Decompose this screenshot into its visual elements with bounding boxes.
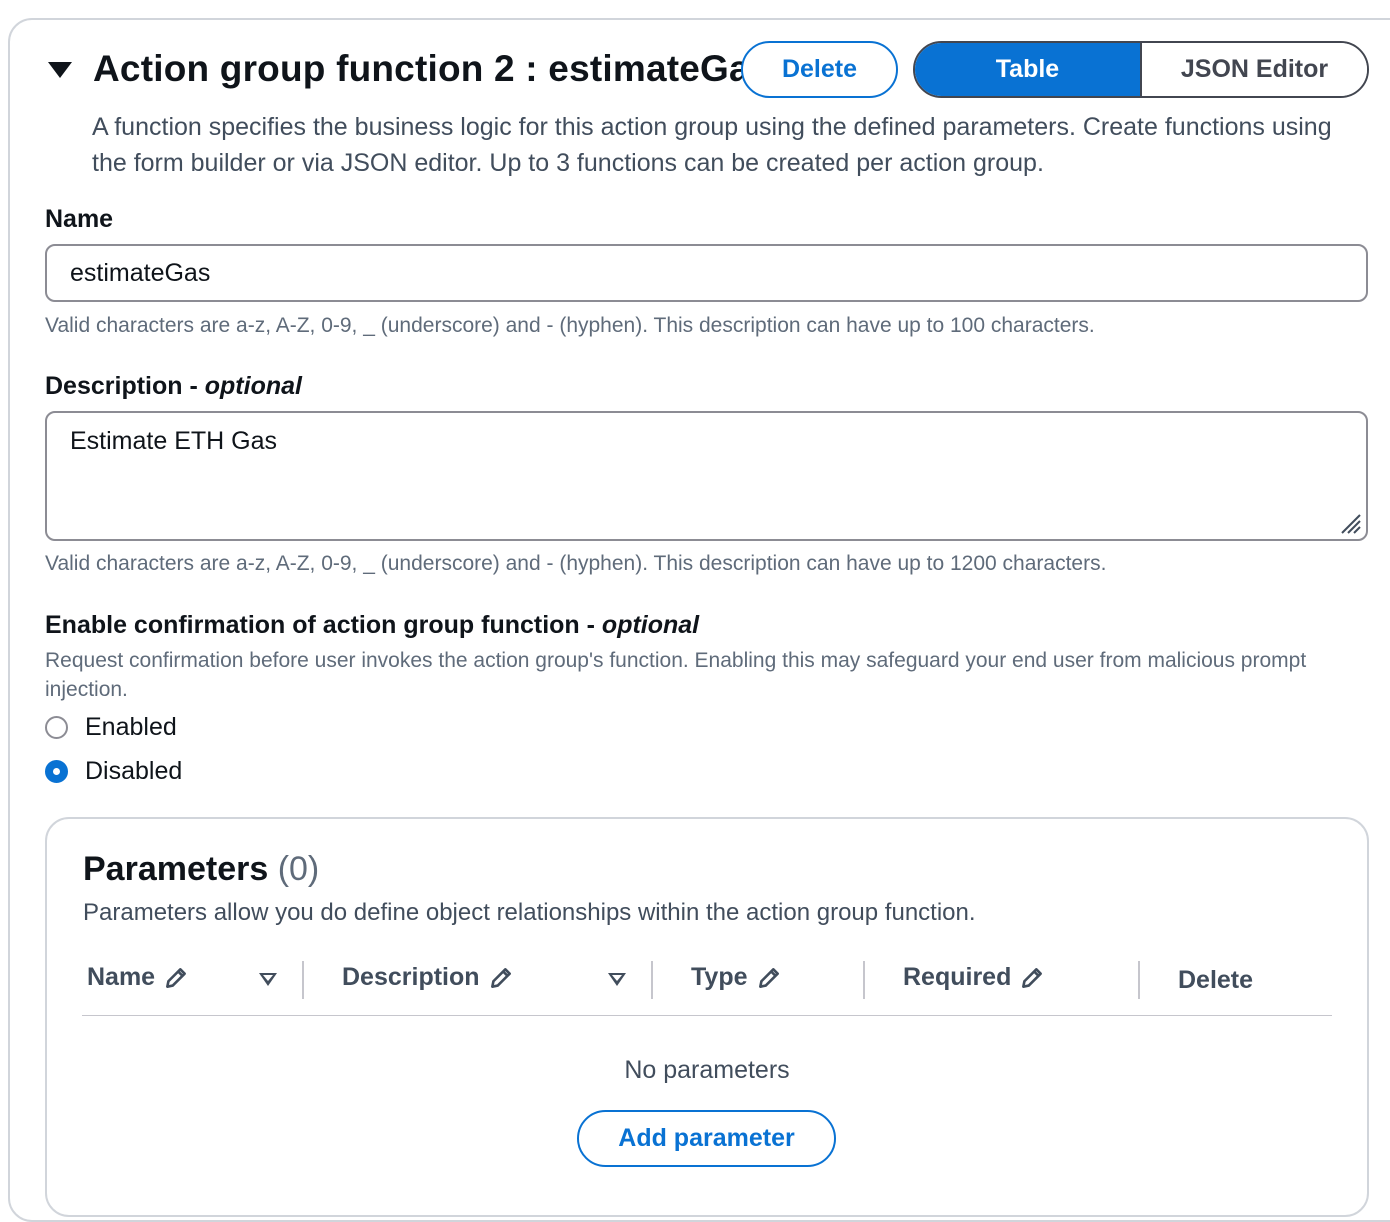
sort-name-icon[interactable] <box>259 973 277 986</box>
table-header-divider <box>82 1015 1332 1016</box>
parameters-count: (0) <box>277 850 320 888</box>
sort-description-icon[interactable] <box>608 973 626 986</box>
radio-disabled[interactable]: Disabled <box>45 757 182 786</box>
radio-enabled-circle[interactable] <box>45 716 68 739</box>
confirmation-label: Enable confirmation of action group func… <box>45 611 700 639</box>
name-hint: Valid characters are a-z, A-Z, 0-9, _ (u… <box>45 314 1095 337</box>
name-input[interactable]: estimateGas <box>45 244 1368 302</box>
radio-disabled-label: Disabled <box>85 757 183 785</box>
column-header-required: Required <box>903 963 1045 992</box>
optional-tag: optional <box>601 611 700 639</box>
collapse-caret-icon[interactable] <box>48 62 72 78</box>
confirmation-description: Request confirmation before user invokes… <box>45 649 1307 701</box>
description-textarea[interactable]: Estimate ETH Gas <box>45 411 1368 541</box>
delete-function-button[interactable]: Delete <box>741 41 898 98</box>
name-label: Name <box>45 205 114 233</box>
description-hint: Valid characters are a-z, A-Z, 0-9, _ (u… <box>45 552 1107 575</box>
column-divider[interactable] <box>863 961 865 999</box>
add-parameter-button[interactable]: Add parameter <box>577 1110 836 1167</box>
radio-enabled-label: Enabled <box>85 713 177 741</box>
column-divider[interactable] <box>1138 961 1140 999</box>
column-header-delete: Delete <box>1178 966 1254 994</box>
view-toggle: Table JSON Editor <box>913 41 1369 98</box>
column-header-name: Name <box>87 963 189 992</box>
column-divider[interactable] <box>302 961 304 999</box>
column-header-description: Description <box>342 963 514 992</box>
parameters-description: Parameters allow you do define object re… <box>83 899 976 926</box>
optional-tag: optional <box>204 372 302 400</box>
description-value: Estimate ETH Gas <box>70 427 277 455</box>
description-label: Description - optional <box>45 372 302 400</box>
radio-enabled[interactable]: Enabled <box>45 713 177 742</box>
column-divider[interactable] <box>651 961 653 999</box>
pencil-icon <box>758 967 779 988</box>
pencil-icon <box>166 967 187 988</box>
pencil-icon <box>1022 967 1043 988</box>
parameters-heading: Parameters (0) <box>83 850 320 888</box>
resize-handle-icon[interactable] <box>1338 511 1362 535</box>
function-description: A function specifies the business logic … <box>92 113 1332 177</box>
column-header-type: Type <box>691 963 782 992</box>
table-view-button[interactable]: Table <box>915 43 1140 96</box>
pencil-icon <box>490 967 511 988</box>
radio-disabled-circle[interactable] <box>45 760 68 783</box>
json-editor-button[interactable]: JSON Editor <box>1140 43 1367 96</box>
function-title: Action group function 2 : estimateGa <box>93 48 750 89</box>
empty-state-text: No parameters <box>624 1056 790 1084</box>
